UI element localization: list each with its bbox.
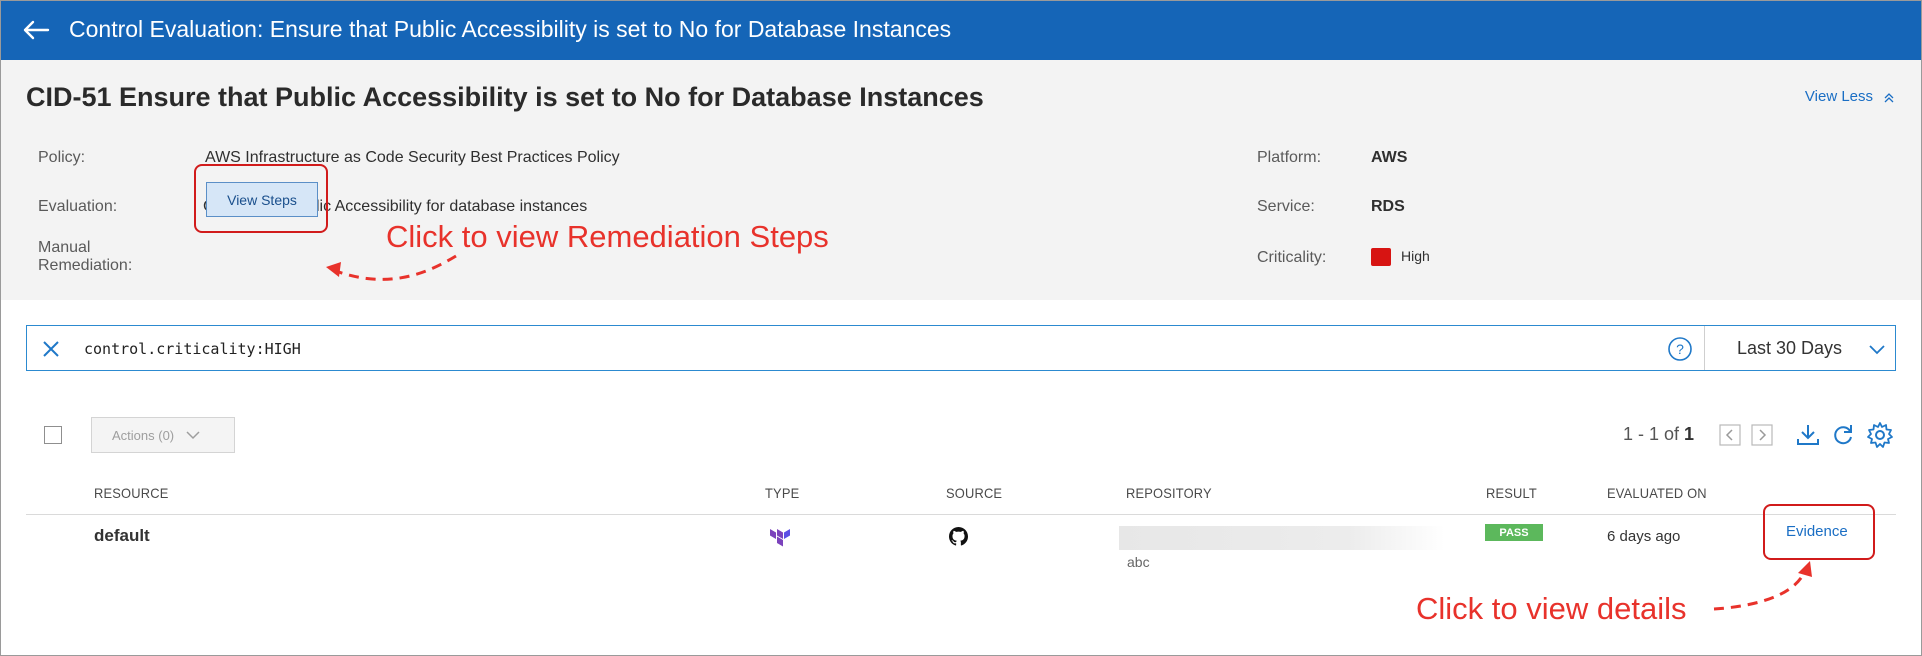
evaluated-on: 6 days ago [1607,528,1681,545]
page-header-title: Control Evaluation: Ensure that Public A… [69,16,952,42]
platform-value: AWS [1371,149,1408,166]
date-range-select[interactable]: Last 30 Days [1737,338,1842,359]
repository-redacted [1119,526,1445,550]
search-divider [1704,326,1705,370]
manual-remediation-label: Manual Remediation: [38,239,132,275]
service-label: Service: [1257,198,1315,215]
pagination-info: 1 - 1 of 1 [1623,424,1694,445]
actions-label: Actions (0) [112,427,175,443]
select-all-checkbox[interactable] [44,426,62,444]
help-icon[interactable]: ? [1667,336,1693,362]
clear-search-icon[interactable] [39,337,63,361]
criticality-label: Criticality: [1257,249,1327,266]
view-less-label: View Less [1804,88,1873,105]
resource-name: default [94,526,150,545]
col-type[interactable]: TYPE [765,485,799,501]
col-resource[interactable]: RESOURCE [94,485,168,501]
download-icon[interactable] [1795,422,1821,448]
service-value: RDS [1371,198,1405,215]
search-bar[interactable]: control.criticality:HIGH ? Last 30 Days [26,325,1896,371]
result-badge: PASS [1485,524,1543,541]
svg-text:?: ? [1676,341,1684,357]
search-query[interactable]: control.criticality:HIGH [84,340,301,358]
chevron-down-icon[interactable] [1867,339,1887,359]
details-annotation-text: Click to view details [1416,591,1687,626]
pagination-prefix: 1 - 1 of [1623,424,1685,444]
evidence-link[interactable]: Evidence [1786,523,1848,540]
evaluation-label: Evaluation: [38,198,118,215]
next-page-icon[interactable] [1751,424,1773,446]
pagination-total: 1 [1684,424,1695,444]
back-arrow-icon[interactable] [19,13,53,47]
repository-name: abc [1127,554,1150,570]
control-title: CID-51 Ensure that Public Accessibility … [26,82,984,112]
manual-remediation-label-line1: Manual [38,239,91,256]
chevron-up-icon [1884,92,1894,102]
page-frame: Control Evaluation: Ensure that Public A… [0,0,1922,656]
policy-label: Policy: [38,149,86,166]
col-evaluated-on[interactable]: EVALUATED ON [1607,485,1707,501]
col-source[interactable]: SOURCE [946,485,1002,501]
col-repository[interactable]: REPOSITORY [1126,485,1212,501]
criticality-indicator [1371,248,1391,266]
table-header-divider [26,514,1896,515]
details-annotation-arrow [1713,561,1812,611]
view-steps-button[interactable]: View Steps [206,182,318,217]
github-icon [949,527,968,546]
prev-page-icon[interactable] [1719,424,1741,446]
col-result[interactable]: RESULT [1486,485,1537,501]
platform-label: Platform: [1257,149,1322,166]
criticality-value: High [1401,248,1430,264]
view-less-link[interactable]: View Less [1805,88,1895,105]
manual-remediation-label-line2: Remediation: [38,257,133,274]
settings-gear-icon[interactable] [1866,421,1894,449]
header-bar: Control Evaluation: Ensure that Public A… [1,1,1921,60]
remediation-annotation-text: Click to view Remediation Steps [386,219,829,254]
refresh-icon[interactable] [1830,422,1856,448]
terraform-icon [770,529,790,547]
actions-dropdown[interactable]: Actions (0) [91,417,235,453]
chevron-down-icon [186,431,200,440]
